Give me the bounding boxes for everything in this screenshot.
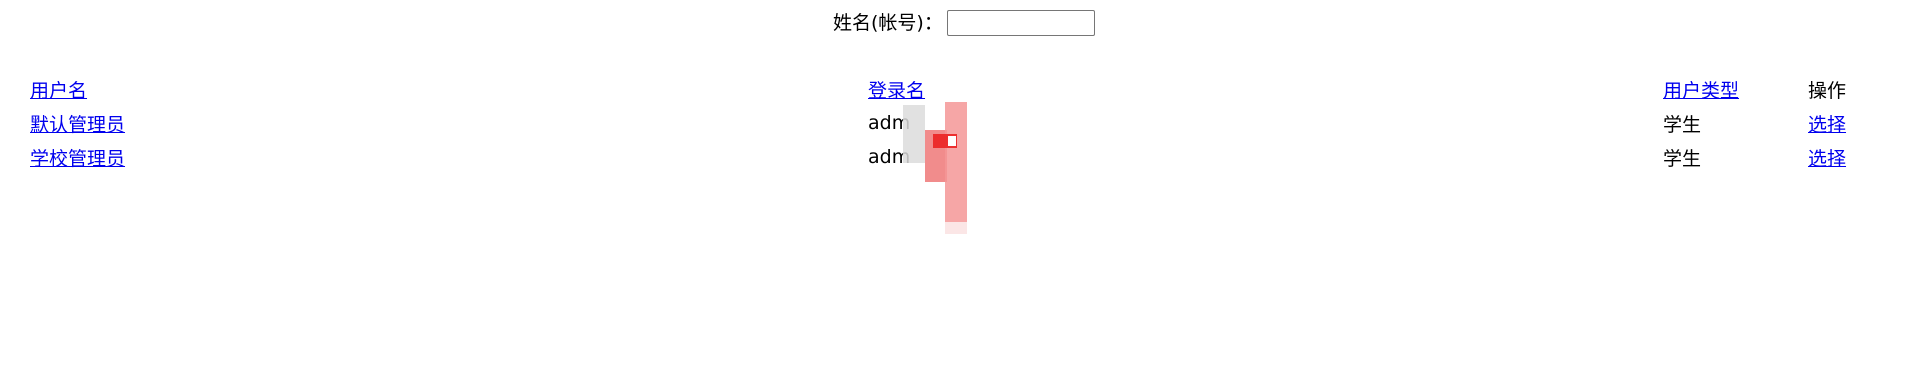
table-header-row: 用户名 登录名 用户类型 操作 bbox=[30, 72, 1890, 106]
user-select-page: 姓名(帐号)： 用户名 登录名 用户类型 操作 默认管理员 adm 学生 选择 … bbox=[0, 0, 1920, 382]
header-name: 用户名 bbox=[30, 72, 868, 106]
cell-login: adm bbox=[868, 112, 911, 134]
select-link[interactable]: 选择 bbox=[1808, 114, 1846, 136]
user-name-link[interactable]: 学校管理员 bbox=[30, 148, 125, 170]
sort-by-login-link[interactable]: 登录名 bbox=[868, 80, 925, 102]
header-type: 用户类型 bbox=[1663, 72, 1808, 106]
header-login: 登录名 bbox=[868, 72, 1663, 106]
cell-name: 默认管理员 bbox=[30, 106, 868, 140]
user-table: 用户名 登录名 用户类型 操作 默认管理员 adm 学生 选择 学校管理员 ad… bbox=[30, 72, 1890, 174]
search-input[interactable] bbox=[946, 10, 1095, 36]
select-link[interactable]: 选择 bbox=[1808, 148, 1846, 170]
cell-type: 学生 bbox=[1663, 113, 1702, 136]
cell-operation: 选择 bbox=[1808, 140, 1890, 174]
cell-login: adm bbox=[868, 146, 911, 168]
overlay-artifact bbox=[945, 222, 967, 234]
search-bar: 姓名(帐号)： bbox=[833, 8, 1095, 38]
sort-by-type-link[interactable]: 用户类型 bbox=[1663, 80, 1739, 102]
header-operation: 操作 bbox=[1808, 79, 1847, 102]
search-label: 姓名(帐号)： bbox=[833, 12, 943, 34]
cell-type: 学生 bbox=[1663, 147, 1702, 170]
table-row: 学校管理员 adm 学生 选择 bbox=[30, 140, 1890, 174]
sort-by-name-link[interactable]: 用户名 bbox=[30, 80, 87, 102]
user-name-link[interactable]: 默认管理员 bbox=[30, 114, 125, 136]
table-row: 默认管理员 adm 学生 选择 bbox=[30, 106, 1890, 140]
cell-operation: 选择 bbox=[1808, 106, 1890, 140]
cell-name: 学校管理员 bbox=[30, 140, 868, 174]
